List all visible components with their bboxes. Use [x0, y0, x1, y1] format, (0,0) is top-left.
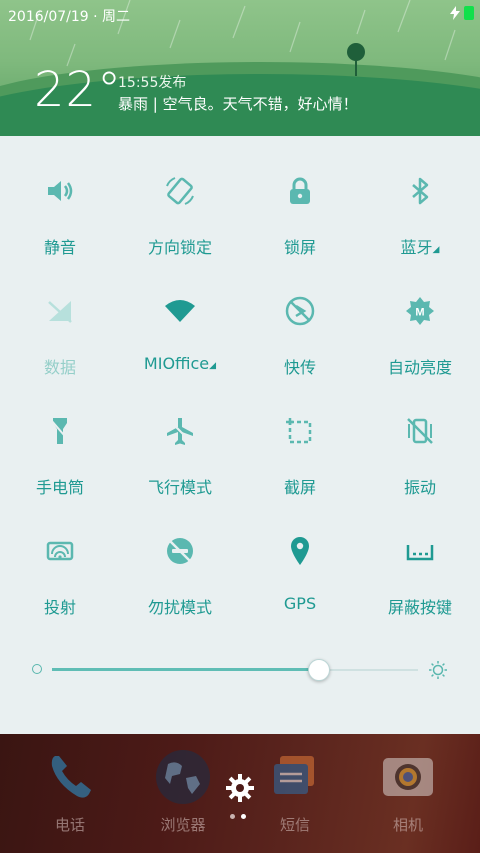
mobile-data-off-icon — [48, 301, 72, 323]
tile-vibrate[interactable]: 振动 — [360, 414, 480, 514]
page-dot-active — [241, 814, 246, 819]
dropdown-indicator-icon: ◢ — [432, 245, 440, 255]
dock-app-label: 相机 — [392, 816, 423, 834]
tile-hide-keys[interactable]: 屏蔽按键 — [360, 534, 480, 634]
phone-icon — [51, 756, 91, 798]
tile-label: MIOffice — [143, 354, 210, 373]
tile-label: 飞行模式 — [147, 478, 212, 497]
tile-label: 蓝牙 — [400, 238, 433, 257]
tile-screenshot[interactable]: 截屏 — [240, 414, 360, 514]
auto-brightness-icon: M — [406, 297, 434, 325]
tile-rotation-lock[interactable]: 方向锁定 — [120, 174, 240, 274]
dock-app-camera[interactable]: 相机 — [368, 748, 448, 835]
bolt-icon — [450, 6, 460, 20]
weather-description: 暴雨 | 空气良。天气不错，好心情！ — [118, 95, 358, 113]
tile-quick-share[interactable]: 快传 — [240, 294, 360, 394]
dropdown-indicator-icon: ◢ — [209, 361, 217, 371]
rotation-lock-icon — [166, 177, 194, 205]
message-icon — [274, 756, 314, 794]
gear-icon[interactable] — [224, 772, 256, 804]
globe-icon — [156, 750, 210, 804]
tile-label: 静音 — [43, 238, 76, 257]
tile-label: 投射 — [43, 598, 76, 617]
dock-app-label: 电话 — [54, 816, 85, 834]
dock-app-browser[interactable]: 浏览器 — [143, 748, 223, 835]
battery-icon — [464, 6, 474, 20]
airplane-icon — [167, 418, 193, 445]
tile-gps[interactable]: GPS — [240, 534, 360, 634]
tile-label: 方向锁定 — [147, 238, 212, 257]
tile-label: 截屏 — [283, 478, 316, 497]
brightness-fill — [52, 668, 320, 671]
tile-label: 锁屏 — [283, 238, 316, 257]
brightness-high-icon — [429, 661, 447, 679]
wifi-icon — [165, 300, 195, 322]
tile-label: 快传 — [283, 358, 316, 377]
tile-mute[interactable]: 静音 — [0, 174, 120, 274]
quick-settings-panel: 静音 方向锁定 锁屏 蓝牙◢ 数据 MIOffice◢ 快传 M 自动亮度 手电… — [0, 136, 480, 734]
status-icons — [450, 6, 474, 20]
dock-app-messages[interactable]: 短信 — [255, 748, 335, 835]
location-pin-icon — [291, 537, 309, 565]
page-indicator — [230, 814, 246, 819]
camera-icon — [383, 758, 433, 796]
quick-share-off-icon — [285, 296, 315, 326]
status-date: 2016/07/19 · 周二 — [8, 9, 131, 25]
weather-header[interactable]: 2016/07/19 · 周二 22° 15:55发布 暴雨 | 空气良。天气不… — [0, 0, 480, 136]
do-not-disturb-icon — [167, 538, 193, 564]
tile-flashlight[interactable]: 手电筒 — [0, 414, 120, 514]
tile-label: 勿扰模式 — [147, 598, 212, 617]
page-dot — [230, 814, 235, 819]
tile-label: 振动 — [403, 478, 436, 497]
tile-label: 手电筒 — [35, 478, 84, 497]
tile-auto-brightness[interactable]: M 自动亮度 — [360, 294, 480, 394]
brightness-low-icon — [32, 664, 42, 674]
tile-do-not-disturb[interactable]: 勿扰模式 — [120, 534, 240, 634]
temperature: 22° — [34, 62, 123, 118]
bluetooth-icon — [412, 177, 429, 205]
dock-app-label: 短信 — [279, 816, 310, 834]
tile-airplane-mode[interactable]: 飞行模式 — [120, 414, 240, 514]
tile-label: 自动亮度 — [387, 358, 452, 377]
speaker-icon — [48, 181, 73, 201]
home-dock: 电话 浏览器 短信 相机 — [0, 734, 480, 853]
padlock-icon — [290, 177, 310, 204]
tile-lock-screen[interactable]: 锁屏 — [240, 174, 360, 274]
tile-wifi[interactable]: MIOffice◢ — [120, 294, 240, 394]
publish-time: 15:55发布 — [118, 75, 187, 91]
brightness-slider[interactable] — [0, 658, 480, 682]
dock-app-phone[interactable]: 电话 — [30, 748, 110, 835]
vibrate-off-icon — [407, 418, 433, 444]
tree-icon — [347, 43, 365, 76]
tile-bluetooth[interactable]: 蓝牙◢ — [360, 174, 480, 274]
tile-label: 数据 — [43, 358, 76, 377]
tile-cast[interactable]: 投射 — [0, 534, 120, 634]
tile-label: GPS — [283, 594, 317, 613]
cast-icon — [46, 541, 74, 561]
tile-data[interactable]: 数据 — [0, 294, 120, 394]
tile-label: 屏蔽按键 — [387, 598, 452, 617]
screenshot-icon — [286, 418, 312, 444]
keys-block-icon — [406, 545, 434, 561]
flashlight-icon — [50, 418, 71, 444]
brightness-thumb[interactable] — [308, 659, 331, 681]
svg-text:M: M — [415, 307, 424, 319]
dock-app-label: 浏览器 — [160, 816, 206, 834]
